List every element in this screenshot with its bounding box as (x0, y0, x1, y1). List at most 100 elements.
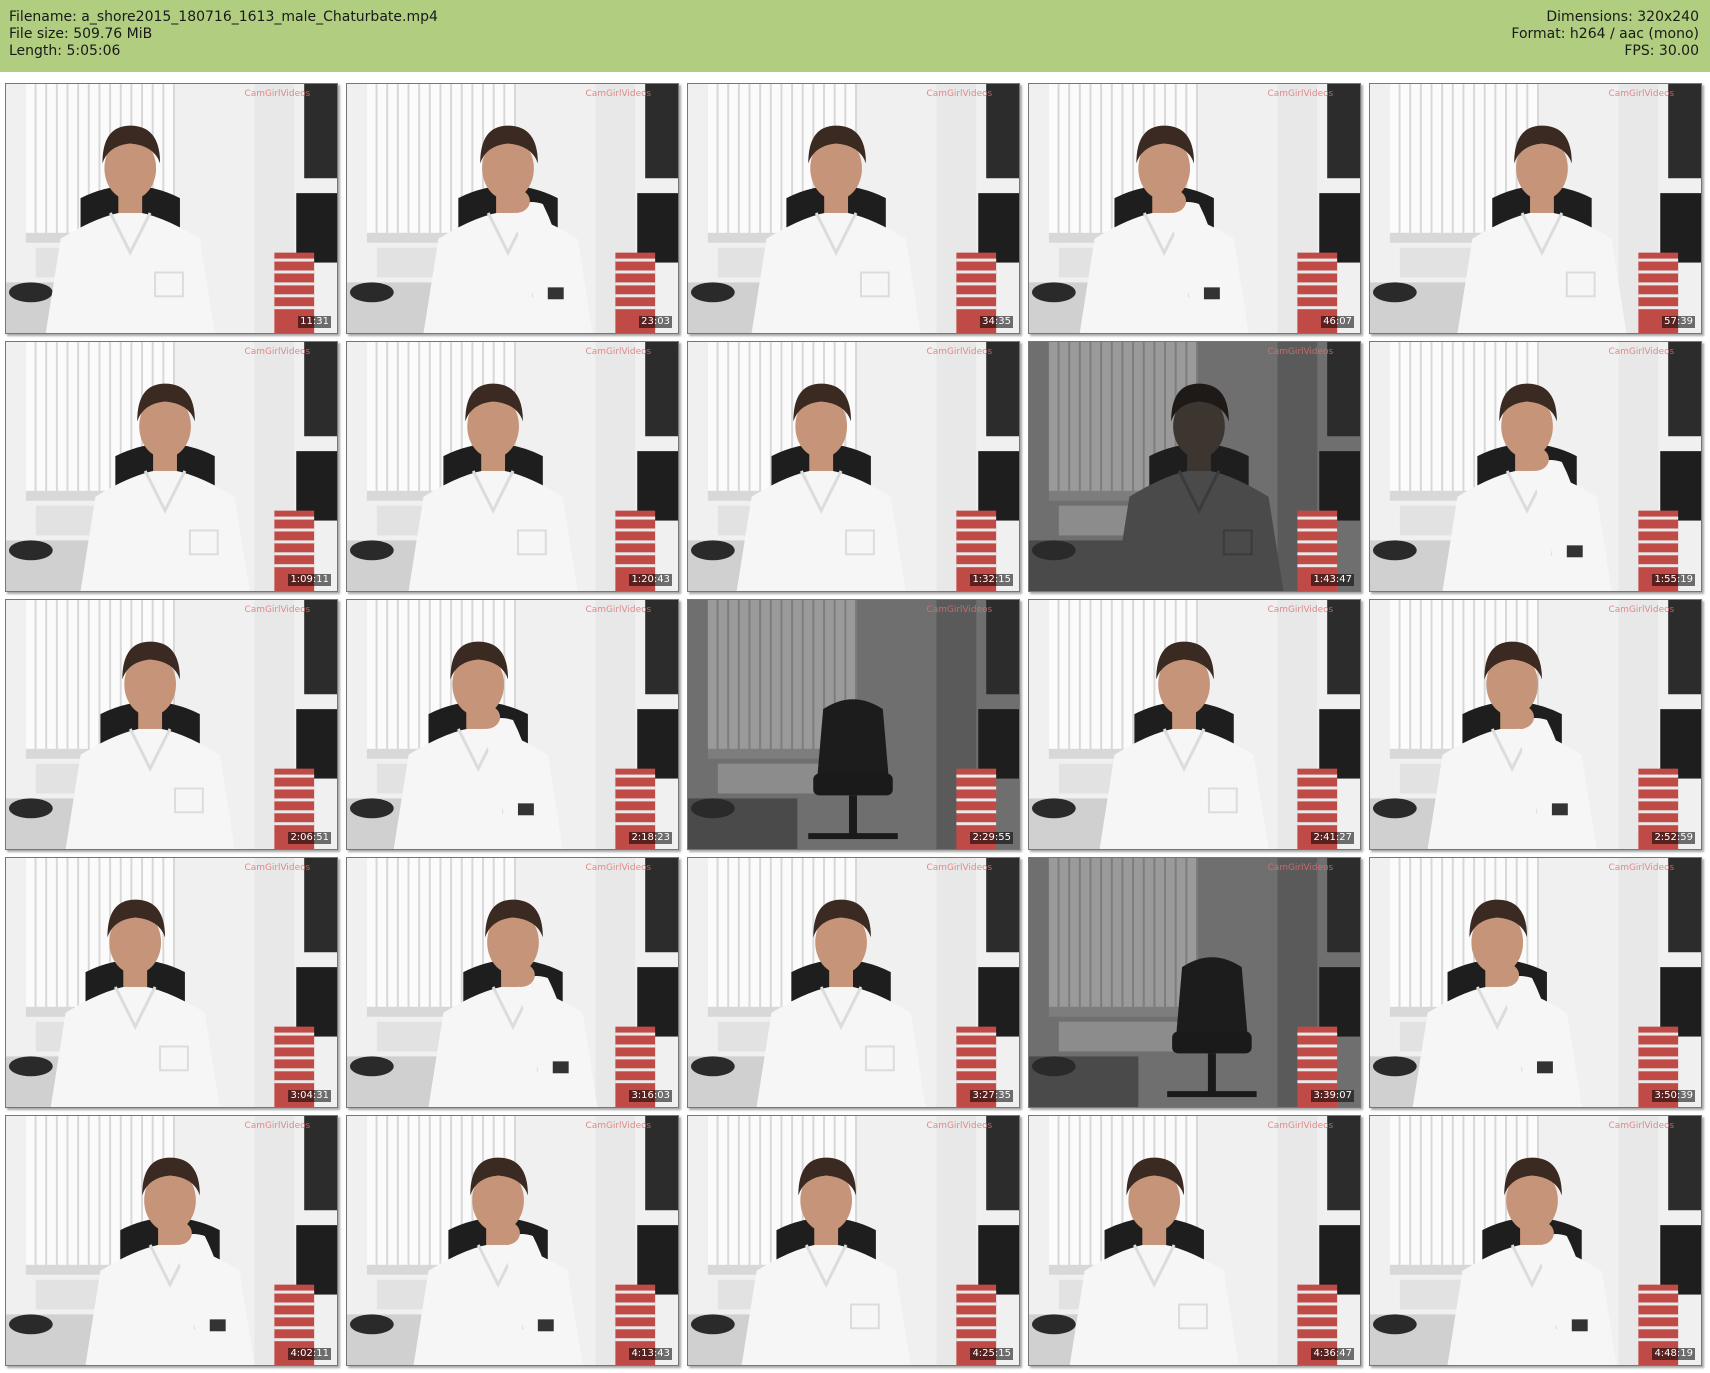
svg-text:CamGirlVideos: CamGirlVideos (1609, 863, 1675, 873)
video-frame-image: CamGirlVideos (1370, 84, 1701, 333)
svg-text:CamGirlVideos: CamGirlVideos (1609, 1121, 1675, 1131)
timestamp-label: 4:13:43 (629, 1348, 672, 1360)
svg-text:CamGirlVideos: CamGirlVideos (586, 1121, 652, 1131)
timestamp-label: 4:02:11 (288, 1348, 331, 1360)
svg-text:CamGirlVideos: CamGirlVideos (245, 1121, 311, 1131)
video-frame-image: CamGirlVideos (688, 858, 1019, 1107)
video-frame-image: CamGirlVideos (347, 342, 678, 591)
svg-text:CamGirlVideos: CamGirlVideos (927, 89, 993, 99)
thumbnail-tile: CamGirlVideos 2:29:55 (687, 599, 1020, 850)
timestamp-label: 1:09:11 (288, 574, 331, 586)
timestamp-label: 23:03 (639, 316, 672, 328)
video-frame-image: CamGirlVideos (688, 1116, 1019, 1365)
thumbnail-tile: CamGirlVideos 2:06:51 (5, 599, 338, 850)
video-frame-image: CamGirlVideos (6, 600, 337, 849)
thumbnail-tile: CamGirlVideos 4:25:15 (687, 1115, 1020, 1366)
video-frame-image: CamGirlVideos (1029, 858, 1360, 1107)
video-frame-image: CamGirlVideos (6, 1116, 337, 1365)
thumbnail-tile: CamGirlVideos 11:31 (5, 83, 338, 334)
thumbnail-tile: CamGirlVideos 1:43:47 (1028, 341, 1361, 592)
thumbnail-tile: CamGirlVideos 4:48:19 (1369, 1115, 1702, 1366)
svg-text:CamGirlVideos: CamGirlVideos (586, 89, 652, 99)
svg-text:CamGirlVideos: CamGirlVideos (1268, 605, 1334, 615)
thumbnail-tile: CamGirlVideos 57:39 (1369, 83, 1702, 334)
timestamp-label: 4:25:15 (970, 1348, 1013, 1360)
timestamp-label: 34:35 (980, 316, 1013, 328)
video-frame-image: CamGirlVideos (1370, 342, 1701, 591)
video-frame-image: CamGirlVideos (1029, 600, 1360, 849)
format-text: Format: h264 / aac (mono) (1511, 26, 1699, 42)
video-info: Dimensions: 320x240 Format: h264 / aac (… (1511, 9, 1699, 60)
video-frame-image: CamGirlVideos (1370, 858, 1701, 1107)
thumbnail-tile: CamGirlVideos 3:27:35 (687, 857, 1020, 1108)
thumbnail-tile: CamGirlVideos 1:32:15 (687, 341, 1020, 592)
timestamp-label: 2:18:23 (629, 832, 672, 844)
thumbnail-tile: CamGirlVideos 34:35 (687, 83, 1020, 334)
thumbnail-tile: CamGirlVideos 4:36:47 (1028, 1115, 1361, 1366)
svg-text:CamGirlVideos: CamGirlVideos (1268, 347, 1334, 357)
video-frame-image: CamGirlVideos (6, 84, 337, 333)
thumbnail-tile: CamGirlVideos 2:18:23 (346, 599, 679, 850)
thumbnail-tile: CamGirlVideos 3:04:31 (5, 857, 338, 1108)
thumbnail-tile: CamGirlVideos 4:02:11 (5, 1115, 338, 1366)
length-text: Length: 5:05:06 (9, 43, 121, 59)
timestamp-label: 3:50:39 (1652, 1090, 1695, 1102)
video-frame-image: CamGirlVideos (688, 84, 1019, 333)
svg-text:CamGirlVideos: CamGirlVideos (586, 605, 652, 615)
timestamp-label: 1:32:15 (970, 574, 1013, 586)
timestamp-label: 3:04:31 (288, 1090, 331, 1102)
thumbnail-tile: CamGirlVideos 3:39:07 (1028, 857, 1361, 1108)
thumbnail-tile: CamGirlVideos 46:07 (1028, 83, 1361, 334)
svg-text:CamGirlVideos: CamGirlVideos (927, 347, 993, 357)
video-frame-image: CamGirlVideos (1370, 1116, 1701, 1365)
filename-text: Filename: a_shore2015_180716_1613_male_C… (9, 9, 438, 25)
fps-text: FPS: 30.00 (1624, 43, 1699, 59)
timestamp-label: 1:43:47 (1311, 574, 1354, 586)
svg-text:CamGirlVideos: CamGirlVideos (1609, 605, 1675, 615)
svg-text:CamGirlVideos: CamGirlVideos (927, 605, 993, 615)
timestamp-label: 2:06:51 (288, 832, 331, 844)
video-frame-image: CamGirlVideos (1029, 1116, 1360, 1365)
svg-text:CamGirlVideos: CamGirlVideos (586, 347, 652, 357)
timestamp-label: 4:36:47 (1311, 1348, 1354, 1360)
timestamp-label: 3:39:07 (1311, 1090, 1354, 1102)
thumbnail-tile: CamGirlVideos 4:13:43 (346, 1115, 679, 1366)
svg-text:CamGirlVideos: CamGirlVideos (245, 605, 311, 615)
svg-text:CamGirlVideos: CamGirlVideos (927, 863, 993, 873)
timestamp-label: 1:20:43 (629, 574, 672, 586)
thumbnail-tile: CamGirlVideos 23:03 (346, 83, 679, 334)
timestamp-label: 4:48:19 (1652, 1348, 1695, 1360)
svg-text:CamGirlVideos: CamGirlVideos (1268, 1121, 1334, 1131)
video-frame-image: CamGirlVideos (347, 858, 678, 1107)
video-frame-image: CamGirlVideos (6, 342, 337, 591)
thumbnail-tile: CamGirlVideos 3:16:03 (346, 857, 679, 1108)
video-frame-image: CamGirlVideos (1029, 342, 1360, 591)
timestamp-label: 3:27:35 (970, 1090, 1013, 1102)
video-frame-image: CamGirlVideos (347, 1116, 678, 1365)
video-frame-image: CamGirlVideos (347, 600, 678, 849)
svg-text:CamGirlVideos: CamGirlVideos (1609, 347, 1675, 357)
thumbnail-tile: CamGirlVideos 3:50:39 (1369, 857, 1702, 1108)
thumbnail-tile: CamGirlVideos 1:20:43 (346, 341, 679, 592)
svg-text:CamGirlVideos: CamGirlVideos (586, 863, 652, 873)
video-frame-image: CamGirlVideos (688, 600, 1019, 849)
thumbnail-tile: CamGirlVideos 2:52:59 (1369, 599, 1702, 850)
video-frame-image: CamGirlVideos (347, 84, 678, 333)
svg-text:CamGirlVideos: CamGirlVideos (927, 1121, 993, 1131)
thumbnail-tile: CamGirlVideos 2:41:27 (1028, 599, 1361, 850)
file-info: Filename: a_shore2015_180716_1613_male_C… (9, 9, 438, 60)
svg-text:CamGirlVideos: CamGirlVideos (1609, 89, 1675, 99)
svg-text:CamGirlVideos: CamGirlVideos (245, 89, 311, 99)
dimensions-text: Dimensions: 320x240 (1546, 9, 1699, 25)
video-frame-image: CamGirlVideos (1029, 84, 1360, 333)
timestamp-label: 3:16:03 (629, 1090, 672, 1102)
svg-text:CamGirlVideos: CamGirlVideos (1268, 863, 1334, 873)
svg-text:CamGirlVideos: CamGirlVideos (1268, 89, 1334, 99)
timestamp-label: 46:07 (1321, 316, 1354, 328)
timestamp-label: 2:41:27 (1311, 832, 1354, 844)
video-frame-image: CamGirlVideos (6, 858, 337, 1107)
thumbnail-tile: CamGirlVideos 1:09:11 (5, 341, 338, 592)
video-frame-image: CamGirlVideos (1370, 600, 1701, 849)
file-size-text: File size: 509.76 MiB (9, 26, 153, 42)
timestamp-label: 57:39 (1662, 316, 1695, 328)
